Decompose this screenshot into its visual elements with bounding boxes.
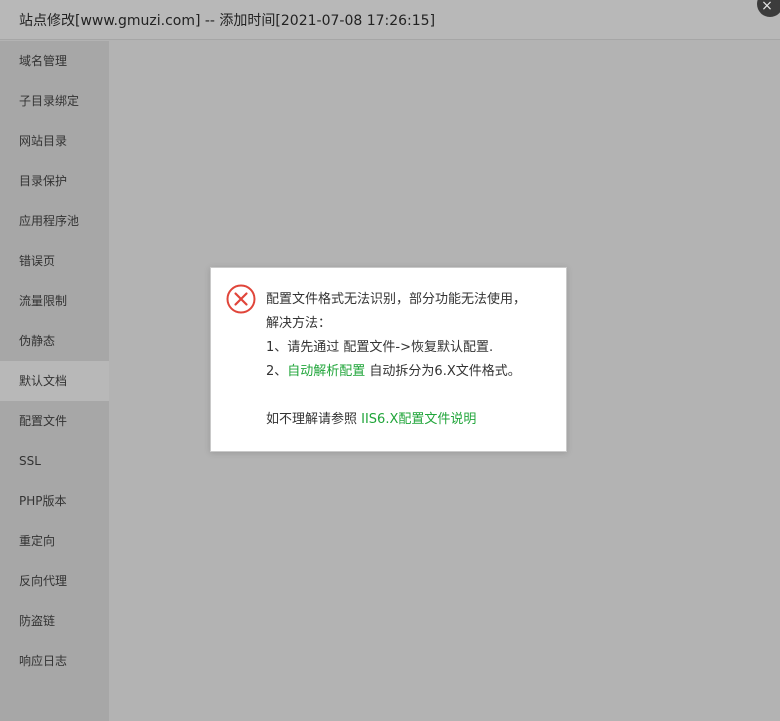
sidebar-item-php-version[interactable]: PHP版本 [0, 481, 109, 521]
sidebar-item-error-page[interactable]: 错误页 [0, 241, 109, 281]
message-line: 1、请先通过 配置文件->恢复默认配置. [266, 340, 494, 355]
iis6-config-doc-link[interactable]: IIS6.X配置文件说明 [361, 412, 476, 427]
line-prefix: 如不理解请参照 [266, 412, 362, 427]
dialog-message: 配置文件格式无法识别，部分功能无法使用， 解决方法： 1、请先通过 配置文件->… [266, 288, 561, 432]
error-icon [226, 284, 256, 314]
sidebar: 域名管理 子目录绑定 网站目录 目录保护 应用程序池 错误页 流量限制 伪静态 … [0, 41, 109, 721]
line-prefix: 2、 [266, 364, 288, 379]
error-dialog: 配置文件格式无法识别，部分功能无法使用， 解决方法： 1、请先通过 配置文件->… [210, 267, 567, 452]
sidebar-item-ssl[interactable]: SSL [0, 441, 109, 481]
sidebar-item-default-document[interactable]: 默认文档 [0, 361, 109, 401]
window-titlebar: 站点修改[www.gmuzi.com] -- 添加时间[2021-07-08 1… [0, 0, 780, 40]
auto-parse-config-link[interactable]: 自动解析配置 [287, 364, 365, 379]
sidebar-item-domain[interactable]: 域名管理 [0, 41, 109, 81]
message-line: 如不理解请参照 IIS6.X配置文件说明 [266, 408, 561, 432]
sidebar-item-config-file[interactable]: 配置文件 [0, 401, 109, 441]
message-line: 2、自动解析配置 自动拆分为6.X文件格式。 [266, 360, 561, 384]
sidebar-item-traffic-limit[interactable]: 流量限制 [0, 281, 109, 321]
window-title: 站点修改[www.gmuzi.com] -- 添加时间[2021-07-08 1… [19, 13, 436, 29]
sidebar-item-subdir-binding[interactable]: 子目录绑定 [0, 81, 109, 121]
sidebar-item-reverse-proxy[interactable]: 反向代理 [0, 561, 109, 601]
sidebar-item-response-log[interactable]: 响应日志 [0, 641, 109, 681]
sidebar-item-site-directory[interactable]: 网站目录 [0, 121, 109, 161]
message-line: 配置文件格式无法识别，部分功能无法使用， [266, 292, 527, 307]
sidebar-item-app-pool[interactable]: 应用程序池 [0, 201, 109, 241]
sidebar-item-hotlink-protection[interactable]: 防盗链 [0, 601, 109, 641]
message-line: 解决方法： [266, 316, 332, 331]
sidebar-item-dir-protection[interactable]: 目录保护 [0, 161, 109, 201]
line-suffix: 自动拆分为6.X文件格式。 [365, 364, 521, 379]
sidebar-item-redirect[interactable]: 重定向 [0, 521, 109, 561]
close-icon: × [761, 0, 773, 14]
sidebar-item-rewrite[interactable]: 伪静态 [0, 321, 109, 361]
